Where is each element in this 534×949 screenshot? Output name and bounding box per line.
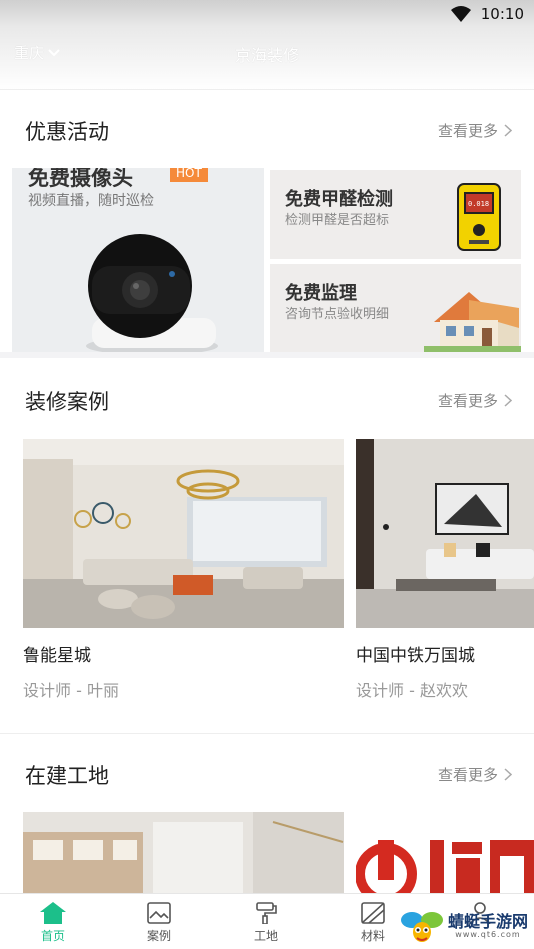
detector-image: 0.018	[457, 183, 501, 251]
promo-title: 免费甲醛检测	[285, 189, 393, 210]
tab-label: 材料	[360, 929, 385, 943]
section-title-sites: 在建工地	[25, 764, 109, 788]
divider	[0, 89, 534, 90]
promotions-more-link[interactable]: 查看更多	[438, 120, 512, 141]
tab-cases[interactable]: 案例	[119, 894, 199, 949]
chevron-right-icon	[504, 124, 512, 137]
promo-free-camera[interactable]: 免费摄像头 HOT 视频直播，随时巡检	[12, 168, 264, 353]
home-icon	[40, 902, 66, 924]
house-image	[424, 292, 521, 352]
case-card-image[interactable]	[23, 439, 344, 628]
paint-roller-icon	[256, 902, 277, 924]
brand-banner	[356, 812, 534, 894]
chevron-right-icon	[504, 768, 512, 781]
watermark-url: www.qt6.com	[455, 929, 521, 939]
material-icon	[361, 902, 385, 924]
case-designer: 设计师 - 赵欢欢	[356, 681, 468, 700]
tab-home[interactable]: 首页	[13, 894, 93, 949]
section-title-promotions: 优惠活动	[25, 120, 109, 144]
wifi-icon	[450, 6, 471, 22]
watermark-name: 蜻蜓手游网	[447, 911, 528, 931]
promo-title: 免费监理	[285, 283, 357, 304]
more-label: 查看更多	[437, 766, 498, 784]
more-label: 查看更多	[437, 392, 498, 410]
case-name[interactable]: 鲁能星城	[23, 641, 91, 666]
picture-icon	[147, 902, 171, 924]
case-name[interactable]: 中国中铁万国城	[356, 641, 475, 666]
living-room-photo	[23, 439, 344, 628]
promo-subtitle: 检测甲醛是否超标	[285, 213, 390, 228]
sites-more-link[interactable]: 查看更多	[438, 764, 512, 785]
app-title: 京海装修	[234, 46, 299, 65]
header: 10:10 重庆 京海装修	[0, 0, 534, 90]
status-time: 10:10	[480, 5, 524, 23]
section-gap	[0, 352, 534, 358]
status-bar: 10:10	[450, 5, 524, 23]
dragonfly-logo-icon	[400, 912, 443, 942]
divider	[0, 733, 534, 734]
site-card-image[interactable]	[356, 812, 534, 894]
cases-more-link[interactable]: 查看更多	[438, 390, 512, 411]
interior-photo	[23, 812, 344, 894]
watermark: 蜻蜓手游网 www.qt6.com	[400, 908, 528, 944]
tab-label: 案例	[146, 929, 171, 943]
site-card-image[interactable]	[23, 812, 344, 894]
case-designer: 设计师 - 叶丽	[23, 681, 119, 700]
app-screen: 10:10 重庆 京海装修 优惠活动 查看更多 免费摄像头 HOT 视频直播，随…	[0, 0, 534, 949]
tab-label: 首页	[40, 929, 65, 943]
case-card-image[interactable]	[356, 439, 534, 628]
tab-sites[interactable]: 工地	[226, 894, 306, 949]
chevron-right-icon	[504, 394, 512, 407]
tab-label: 工地	[253, 929, 278, 943]
promo-subtitle: 咨询节点验收明细	[285, 307, 390, 322]
camera-image	[86, 234, 218, 353]
detector-reading: 0.018	[468, 200, 489, 208]
promo-formaldehyde-test[interactable]: 免费甲醛检测 检测甲醛是否超标 0.018	[270, 170, 521, 259]
more-label: 查看更多	[437, 122, 498, 140]
living-room-photo	[356, 439, 534, 628]
promo-free-supervision[interactable]: 免费监理 咨询节点验收明细	[270, 264, 521, 353]
section-title-cases: 装修案例	[25, 390, 109, 414]
